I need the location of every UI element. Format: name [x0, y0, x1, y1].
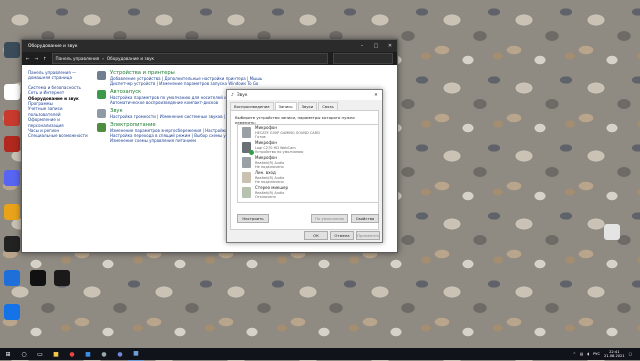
up-icon[interactable]: ↑ — [43, 56, 47, 61]
pdf-icon[interactable] — [4, 136, 20, 152]
game-icon-2[interactable] — [54, 270, 70, 286]
list-item[interactable]: Микрофон Realtek(R) Audio Не подключено — [238, 155, 378, 170]
device-status: Не подключено — [255, 164, 284, 169]
clock[interactable]: 22:41 21.08.2021 — [604, 350, 625, 358]
device-status: Устройство по умолчанию — [255, 149, 304, 154]
discord-icon[interactable] — [4, 170, 20, 186]
device-status: Отключено — [255, 194, 276, 199]
speaker-icon — [97, 109, 106, 118]
device-list: Микрофон HECATE G30P GAMING SOUND CARD Г… — [237, 124, 379, 203]
system-tray: ^ ▤ ◖ РУС 22:41 21.08.2021 ▢ — [573, 350, 640, 358]
volume-icon[interactable]: ◖ — [587, 352, 589, 356]
line-in-icon — [242, 172, 251, 183]
dialog-tabs: Воспроизведение Запись Звуки Связь — [227, 100, 382, 110]
chrome-icon[interactable] — [4, 84, 20, 100]
start-icon[interactable]: ⊞ — [0, 348, 16, 360]
breadcrumb-item[interactable]: Оборудование и звук — [107, 56, 154, 61]
chevron-right-icon: › — [102, 56, 104, 61]
dialog-title: Звук — [236, 92, 248, 98]
store-icon[interactable]: ■ — [80, 348, 96, 360]
battery-icon — [97, 123, 106, 132]
device-status: Не подключено — [255, 179, 284, 184]
address-bar: ← → ↑ Панель управления › Оборудование и… — [22, 52, 397, 65]
sidebar: Панель управления — домашняя страница Си… — [28, 70, 96, 139]
tab-playback[interactable]: Воспроизведение — [230, 102, 274, 110]
desktop-icon-3[interactable] — [4, 204, 20, 220]
control-panel-taskbar-icon[interactable]: ■ — [128, 348, 144, 361]
sidebar-item-accessibility[interactable]: Специальные возможности — [28, 133, 96, 138]
tab-recording[interactable]: Запись — [274, 102, 297, 110]
printer-icon — [97, 71, 106, 80]
apply-button[interactable]: Применить — [356, 231, 380, 240]
window-title: Оборудование и звук — [28, 43, 78, 49]
forward-icon[interactable]: → — [35, 56, 39, 61]
configure-button[interactable]: Настроить — [237, 214, 269, 223]
language-indicator[interactable]: РУС — [593, 352, 600, 356]
ok-button[interactable]: ОК — [304, 231, 328, 240]
search-icon[interactable]: ○ — [16, 348, 32, 360]
list-item[interactable]: Стерео микшер Realtek(R) Audio Отключено — [238, 185, 378, 200]
microphone-icon — [242, 127, 251, 138]
tab-communications[interactable]: Связь — [318, 102, 338, 110]
properties-button[interactable]: Свойства — [351, 214, 379, 223]
list-item[interactable]: Лин. вход Realtek(R) Audio Не подключено — [238, 170, 378, 185]
desktop-icon-1[interactable] — [4, 42, 20, 58]
window-titlebar: Оборудование и звук – □ ✕ — [22, 40, 397, 52]
chrome-icon[interactable]: ● — [64, 348, 80, 360]
autoplay-icon — [97, 90, 106, 99]
speaker-icon: ♪ — [231, 92, 234, 98]
close-icon[interactable]: ✕ — [383, 43, 397, 49]
task-view-icon[interactable]: ▭ — [32, 348, 48, 360]
breadcrumb[interactable]: Панель управления › Оборудование и звук — [51, 53, 328, 64]
breadcrumb-item[interactable]: Панель управления — [56, 56, 100, 61]
recycle-bin-icon[interactable] — [604, 224, 620, 240]
desktop-icon-5[interactable] — [4, 270, 20, 286]
network-icon[interactable]: ▤ — [580, 352, 583, 356]
default-button[interactable]: По умолчанию — [311, 214, 348, 223]
category-devices: Устройства и принтеры Добавление устройс… — [97, 70, 387, 86]
explorer-icon[interactable]: ■ — [48, 348, 64, 360]
microphone-icon — [242, 157, 251, 168]
chevron-up-icon[interactable]: ^ — [573, 352, 576, 356]
taskbar: ⊞ ○ ▭ ■ ● ■ ● ● ■ ^ ▤ ◖ РУС 22:41 21.08.… — [0, 348, 640, 361]
list-item[interactable]: Микрофон HECATE G30P GAMING SOUND CARD Г… — [238, 125, 378, 140]
game-icon-1[interactable] — [30, 270, 46, 286]
back-icon[interactable]: ← — [26, 56, 30, 61]
default-check-icon — [249, 150, 254, 155]
maximize-icon[interactable]: □ — [369, 43, 383, 49]
discord-icon[interactable]: ● — [112, 348, 128, 360]
notification-icon[interactable]: ▢ — [629, 352, 632, 356]
list-item[interactable]: Микрофон Logi C270 HD WebCam Устройство … — [238, 140, 378, 155]
device-status: Готов — [255, 134, 266, 139]
steam-icon[interactable]: ● — [96, 348, 112, 360]
clock-date: 21.08.2021 — [604, 354, 625, 358]
mixer-icon — [242, 187, 251, 198]
desktop-icon-2[interactable] — [4, 110, 20, 126]
desktop-icon-4[interactable] — [4, 236, 20, 252]
category-link[interactable]: Диспетчер устройств | Изменение параметр… — [110, 81, 262, 86]
search-input[interactable] — [333, 53, 393, 64]
minimize-icon[interactable]: – — [355, 43, 369, 49]
webcam-icon — [242, 142, 254, 155]
close-icon[interactable]: ✕ — [370, 93, 382, 98]
recording-panel: Выберите устройство записи, параметры ко… — [230, 110, 379, 230]
dialog-titlebar: ♪ Звук ✕ — [227, 90, 382, 100]
desktop-icon-6[interactable] — [4, 304, 20, 320]
sound-dialog: ♪ Звук ✕ Воспроизведение Запись Звуки Св… — [226, 89, 383, 243]
cancel-button[interactable]: Отмена — [330, 231, 354, 240]
tab-sounds[interactable]: Звуки — [297, 102, 318, 110]
